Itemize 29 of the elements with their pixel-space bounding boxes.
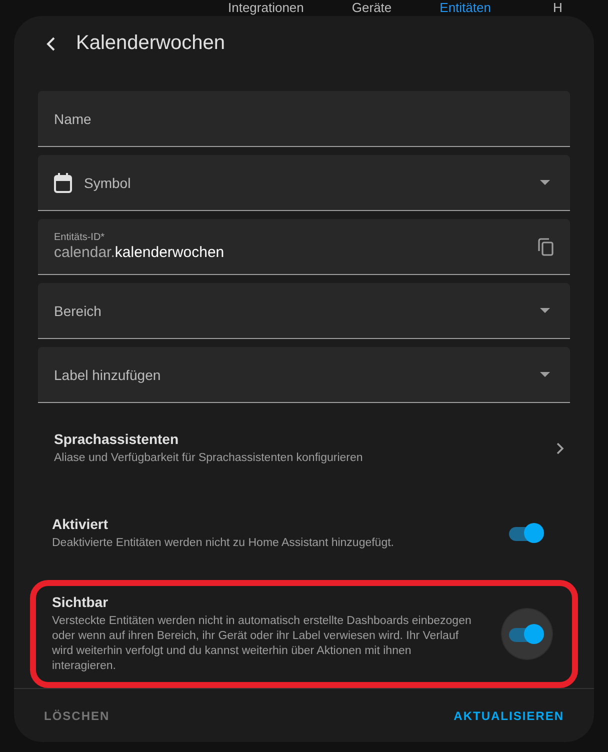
icon-picker-field[interactable]: Symbol [38, 155, 570, 211]
copy-icon[interactable] [538, 238, 554, 256]
dropdown-caret-icon [540, 180, 550, 185]
row-title: Sprachassistenten [54, 431, 180, 447]
row-description: Aliase und Verfügbarkeit für Sprachassistenten konfigurieren [54, 451, 364, 466]
row-title: Aktiviert [52, 516, 110, 532]
entity-id-field[interactable]: Entitäts-ID* calendar.kalenderwochen [38, 219, 570, 275]
dialog-title: Kalenderwochen [76, 32, 225, 55]
background-tab[interactable]: H [552, 0, 562, 16]
row-description: Deaktivierte Entitäten werden nicht zu Home Assistant hinzugefügt. [52, 536, 395, 550]
chevron-right-icon [556, 442, 564, 455]
delete-button[interactable]: LÖSCHEN [36, 703, 118, 729]
toggle-switch[interactable] [502, 609, 552, 659]
voice-assistants-row[interactable]: Sprachassistenten Aliase und Verfügbarkeit für Sprachassistenten konfigurieren [14, 411, 594, 486]
name-field[interactable]: Name [38, 91, 570, 147]
select-field[interactable]: Label hinzufügen [38, 347, 570, 403]
back-icon [46, 36, 56, 50]
update-button[interactable]: AKTUALISIEREN [446, 703, 572, 729]
select-field[interactable]: Bereich [38, 283, 570, 339]
switch-thumb[interactable] [524, 624, 544, 644]
dropdown-caret-icon [540, 308, 550, 313]
background-tab[interactable]: Entitäten [440, 0, 491, 16]
calendar-icon [54, 172, 72, 192]
switch-thumb[interactable] [524, 523, 544, 543]
row-description: Versteckte Entitäten werden nicht in automatisch erstellte Dashboards einbezogen oder wenn auf ihren Bereich, ihr Gerät oder ihr Label verwiesen wird. Ihr Verlauf wird weiterhin verfolgt und du kannst weiterhin über Aktionen mit ihnen interagieren. [52, 614, 472, 674]
background-tab[interactable]: Integrationen [228, 0, 304, 16]
row-title: Sichtbar [52, 594, 110, 610]
background-tab[interactable]: Geräte [352, 0, 392, 16]
dropdown-caret-icon [540, 372, 550, 377]
